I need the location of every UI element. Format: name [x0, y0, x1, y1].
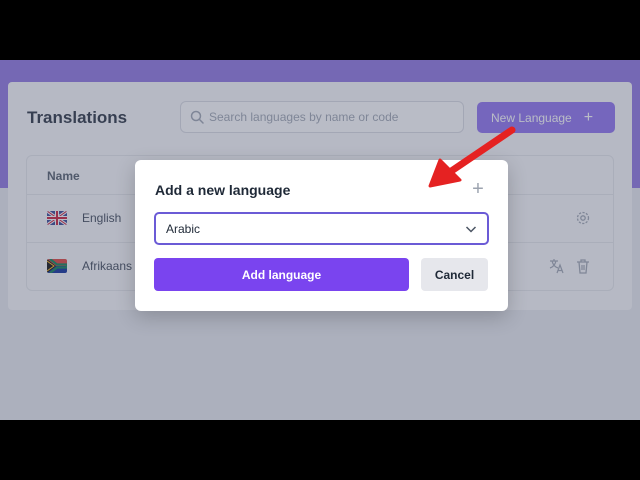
- chevron-down-icon: [465, 226, 477, 233]
- app-viewport: Translations New Language + Name: [0, 60, 640, 420]
- annotation-arrow-icon: [428, 126, 516, 188]
- modal-title: Add a new language: [155, 182, 291, 198]
- add-language-button[interactable]: Add language: [154, 258, 409, 291]
- selected-language: Arabic: [166, 222, 201, 236]
- language-select[interactable]: Arabic: [154, 212, 489, 245]
- cancel-button[interactable]: Cancel: [421, 258, 488, 291]
